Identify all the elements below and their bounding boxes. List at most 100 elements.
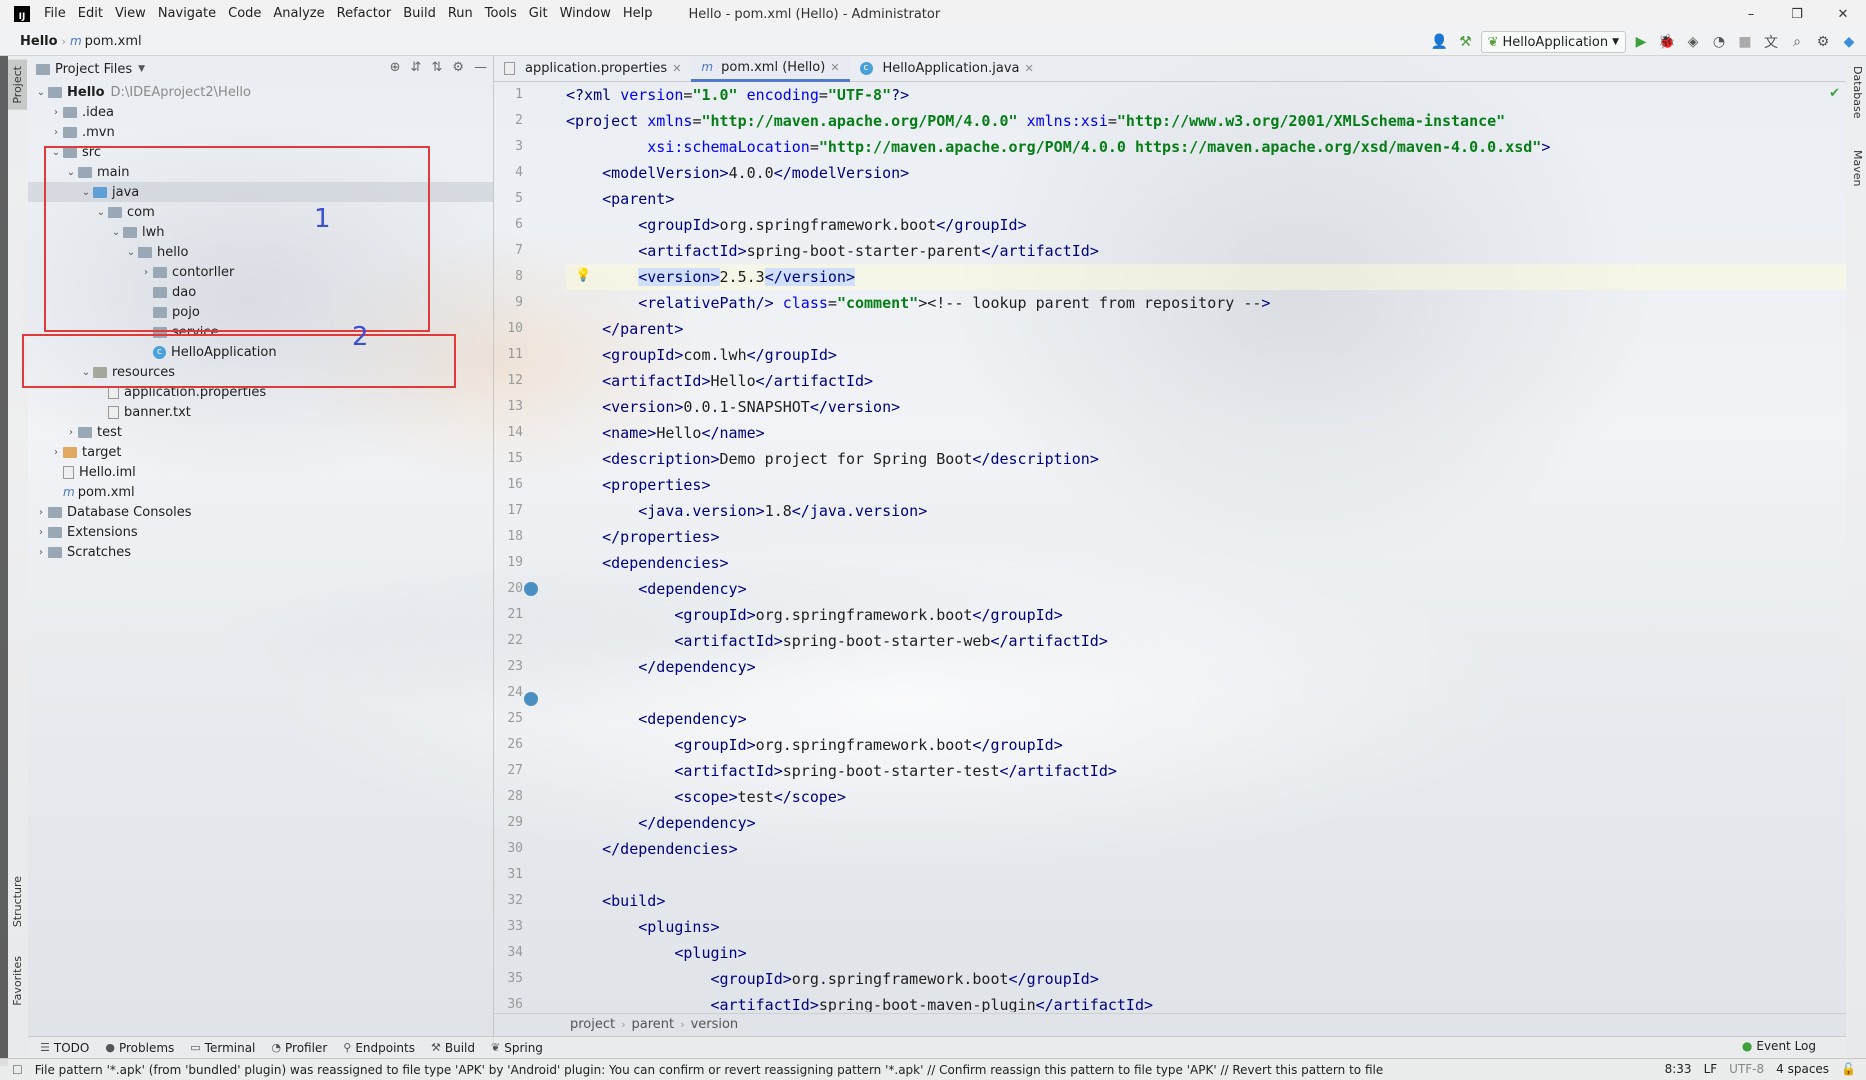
tree-node[interactable]: banner.txt — [28, 402, 493, 422]
editor-breadcrumb-project[interactable]: project — [570, 1017, 615, 1032]
editor-tab[interactable]: application.properties ✕ — [494, 56, 691, 82]
indent-setting[interactable]: 4 spaces — [1776, 1062, 1829, 1076]
code-line[interactable]: xsi:schemaLocation="http://maven.apache.… — [566, 134, 1846, 160]
code-line[interactable]: <artifactId>spring-boot-maven-plugin</ar… — [566, 992, 1846, 1012]
tool-window-terminal[interactable]: ▭ Terminal — [190, 1041, 255, 1055]
code-line[interactable]: <description>Demo project for Spring Boo… — [566, 446, 1846, 472]
project-view-select[interactable]: Project Files — [55, 62, 132, 77]
collapse-all-icon[interactable]: ⇅ — [431, 60, 442, 75]
code-line[interactable]: <groupId>com.lwh</groupId> — [566, 342, 1846, 368]
editor-tab[interactable]: c HelloApplication.java ✕ — [850, 56, 1044, 82]
code-line[interactable]: <relativePath/> class="comment"><!-- loo… — [566, 290, 1846, 316]
tool-window-build[interactable]: ⚒ Build — [431, 1041, 475, 1055]
profile-icon[interactable]: ◔ — [1708, 31, 1730, 53]
menu-item-window[interactable]: Window — [554, 0, 617, 28]
debug-icon[interactable]: 🐞 — [1656, 31, 1678, 53]
line-separator[interactable]: LF — [1704, 1062, 1718, 1076]
event-log-button[interactable]: ● Event Log — [1742, 1039, 1816, 1053]
chevron-down-icon[interactable]: ▼ — [138, 64, 145, 74]
chevron-right-icon[interactable]: › — [64, 427, 78, 438]
gear-icon[interactable]: ⚙ — [452, 60, 464, 75]
tree-node[interactable]: › Scratches — [28, 542, 493, 562]
breadcrumb-project[interactable]: Hello — [16, 34, 62, 49]
code-area[interactable]: <?xml version="1.0" encoding="UTF-8"?> <p… — [566, 82, 1846, 1012]
expand-all-icon[interactable]: ⇵ — [411, 60, 422, 75]
code-line[interactable]: <plugins> — [566, 914, 1846, 940]
tool-window-endpoints[interactable]: ⚲ Endpoints — [343, 1041, 415, 1055]
menu-item-edit[interactable]: Edit — [72, 0, 109, 28]
code-line[interactable]: </dependency> — [566, 654, 1846, 680]
code-line[interactable] — [566, 680, 1846, 706]
code-line[interactable]: <?xml version="1.0" encoding="UTF-8"?> — [566, 82, 1846, 108]
menu-item-tools[interactable]: Tools — [479, 0, 523, 28]
breadcrumb-file[interactable]: m pom.xml — [66, 34, 146, 49]
editor-breadcrumb-version[interactable]: version — [691, 1017, 739, 1032]
tree-node[interactable]: m pom.xml — [28, 482, 493, 502]
code-line[interactable]: <modelVersion>4.0.0</modelVersion> — [566, 160, 1846, 186]
tool-window-spring[interactable]: ❦ Spring — [491, 1041, 543, 1055]
tab-project[interactable]: Project — [8, 60, 27, 110]
menu-item-refactor[interactable]: Refactor — [331, 0, 398, 28]
locate-icon[interactable]: ⊕ — [390, 60, 401, 75]
status-message[interactable]: File pattern '*.apk' (from 'bundled' plu… — [35, 1063, 1385, 1077]
code-line[interactable]: <parent> — [566, 186, 1846, 212]
menu-item-analyze[interactable]: Analyze — [267, 0, 330, 28]
code-line[interactable]: </properties> — [566, 524, 1846, 550]
menu-item-build[interactable]: Build — [397, 0, 442, 28]
restore-button[interactable]: ❐ — [1774, 0, 1820, 28]
tree-node[interactable]: › .idea — [28, 102, 493, 122]
code-line[interactable] — [566, 862, 1846, 888]
hide-icon[interactable]: — — [474, 60, 487, 75]
run-icon[interactable]: ▶ — [1630, 31, 1652, 53]
tree-node[interactable]: ⌄ Hello D:\IDEAproject2\Hello — [28, 82, 493, 102]
code-line[interactable]: <build> — [566, 888, 1846, 914]
code-line[interactable]: <version>2.5.3</version> — [566, 264, 1846, 290]
menu-item-help[interactable]: Help — [617, 0, 659, 28]
code-line[interactable]: <dependencies> — [566, 550, 1846, 576]
code-line[interactable]: <dependency> — [566, 576, 1846, 602]
tab-maven[interactable]: Maven — [1851, 150, 1864, 186]
chevron-right-icon[interactable]: › — [49, 127, 63, 138]
code-line[interactable]: <artifactId>spring-boot-starter-test</ar… — [566, 758, 1846, 784]
editor-breadcrumb-parent[interactable]: parent — [632, 1017, 675, 1032]
tree-node[interactable]: › .mvn — [28, 122, 493, 142]
close-button[interactable]: ✕ — [1820, 0, 1866, 28]
plugin-icon[interactable]: ◆ — [1838, 31, 1860, 53]
chevron-right-icon[interactable]: › — [49, 107, 63, 118]
chevron-right-icon[interactable]: › — [34, 507, 48, 518]
gear-icon[interactable]: ⚙ — [1812, 31, 1834, 53]
translate-icon[interactable]: 文 — [1760, 31, 1782, 53]
dependency-gutter-icon[interactable] — [524, 582, 538, 596]
code-line[interactable]: <groupId>org.springframework.boot</group… — [566, 966, 1846, 992]
code-line[interactable]: <properties> — [566, 472, 1846, 498]
code-line[interactable]: <artifactId>Hello</artifactId> — [566, 368, 1846, 394]
close-icon[interactable]: ✕ — [830, 61, 839, 74]
code-line[interactable]: <java.version>1.8</java.version> — [566, 498, 1846, 524]
chevron-down-icon[interactable]: ⌄ — [34, 87, 48, 98]
lightbulb-icon[interactable]: 💡 — [575, 268, 591, 283]
menu-item-navigate[interactable]: Navigate — [152, 0, 222, 28]
menu-item-file[interactable]: File — [38, 0, 72, 28]
stop-icon[interactable]: ■ — [1734, 31, 1756, 53]
chevron-right-icon[interactable]: › — [49, 447, 63, 458]
code-line[interactable]: <project xmlns="http://maven.apache.org/… — [566, 108, 1846, 134]
tab-database[interactable]: Database — [1851, 66, 1864, 119]
editor-tab[interactable]: m pom.xml (Hello) ✕ — [691, 55, 850, 82]
tree-node[interactable]: › target — [28, 442, 493, 462]
code-editor[interactable]: 1 2 3 4 5 6 7 8 9 10 11 12 13 14 15 16 17 18 19 20 21 22 23 24 2… — [494, 82, 1846, 1012]
tab-favorites[interactable]: Favorites — [8, 950, 27, 1012]
chevron-right-icon[interactable]: › — [34, 527, 48, 538]
menu-item-git[interactable]: Git — [523, 0, 554, 28]
code-line[interactable]: <version>0.0.1-SNAPSHOT</version> — [566, 394, 1846, 420]
code-line[interactable]: </dependencies> — [566, 836, 1846, 862]
menu-item-code[interactable]: Code — [222, 0, 267, 28]
code-line[interactable]: <groupId>org.springframework.boot</group… — [566, 732, 1846, 758]
code-line[interactable]: </dependency> — [566, 810, 1846, 836]
close-icon[interactable]: ✕ — [1025, 62, 1034, 75]
file-encoding[interactable]: UTF-8 — [1729, 1062, 1764, 1076]
code-line[interactable]: <scope>test</scope> — [566, 784, 1846, 810]
tree-node[interactable]: › Database Consoles — [28, 502, 493, 522]
run-configuration-select[interactable]: ❦ HelloApplication ▼ — [1480, 31, 1626, 53]
tab-structure[interactable]: Structure — [8, 870, 27, 933]
search-icon[interactable]: ⌕ — [1786, 31, 1808, 53]
